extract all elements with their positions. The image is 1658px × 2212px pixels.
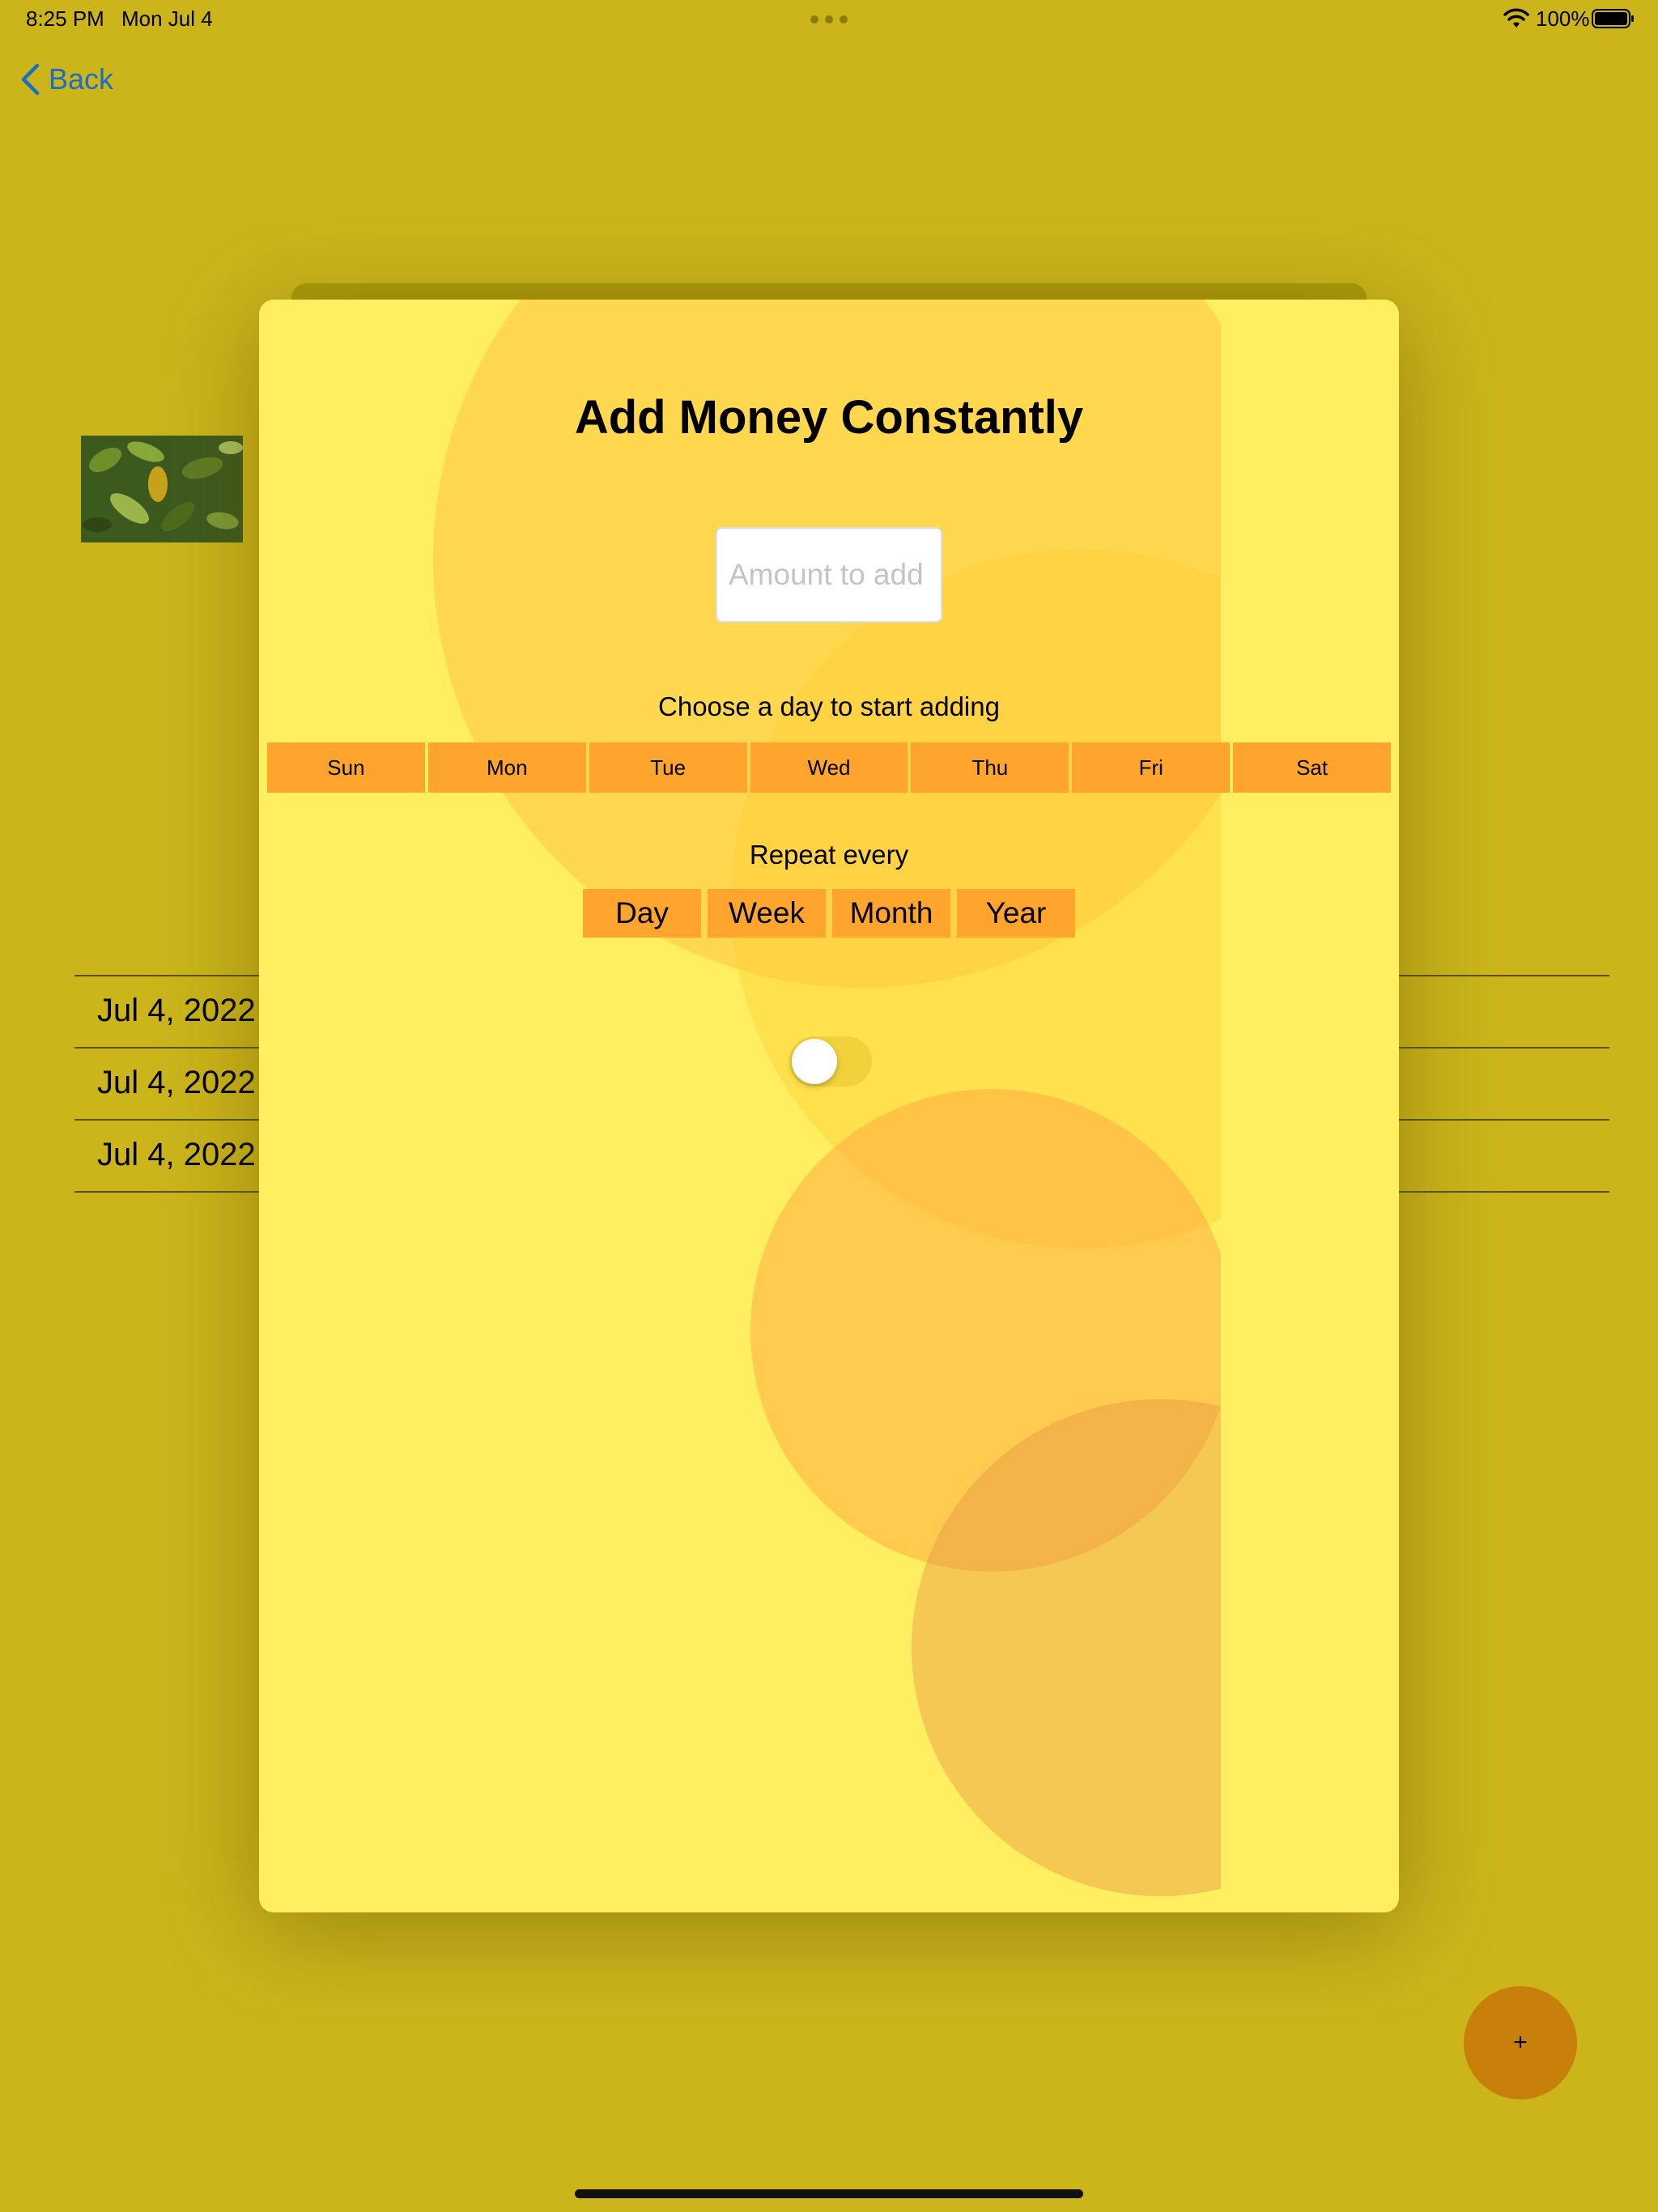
chevron-left-icon [21, 63, 40, 96]
battery-percent: 100% [1536, 6, 1590, 31]
day-selector: Sun Mon Tue Wed Thu Fri Sat [267, 742, 1392, 793]
day-button-sat[interactable]: Sat [1233, 742, 1392, 793]
day-button-wed[interactable]: Wed [750, 742, 908, 793]
back-label: Back [49, 62, 114, 96]
period-button-week[interactable]: Week [708, 889, 826, 938]
repeat-label: Repeat every [749, 840, 909, 870]
status-time: 8:25 PM [26, 6, 104, 31]
battery-icon [1592, 9, 1634, 28]
period-button-month[interactable]: Month [832, 889, 950, 938]
enable-toggle[interactable] [789, 1036, 872, 1087]
day-button-mon[interactable]: Mon [427, 742, 586, 793]
back-button[interactable]: Back [19, 58, 113, 100]
home-indicator [575, 2189, 1083, 2198]
period-selector: Day Week Month Year [583, 889, 1075, 938]
goal-photo [81, 436, 243, 542]
status-bar: 8:25 PM Mon Jul 4 100% [0, 0, 1658, 39]
day-button-thu[interactable]: Thu [911, 742, 1069, 793]
sheet-title: Add Money Constantly [574, 391, 1084, 444]
day-button-tue[interactable]: Tue [589, 742, 747, 793]
day-button-sun[interactable]: Sun [267, 742, 425, 793]
period-button-year[interactable]: Year [957, 889, 1075, 938]
wifi-icon [1503, 8, 1529, 28]
period-button-day[interactable]: Day [583, 889, 701, 938]
amount-input[interactable] [716, 527, 942, 623]
add-button[interactable]: + [1464, 1986, 1577, 2099]
toggle-knob [792, 1039, 837, 1084]
add-label: + [1513, 2029, 1528, 2056]
start-day-label: Choose a day to start adding [658, 691, 1000, 721]
multitasking-dots-icon[interactable] [810, 10, 848, 29]
day-button-fri[interactable]: Fri [1072, 742, 1231, 793]
status-date: Mon Jul 4 [121, 6, 213, 31]
add-money-sheet: Add Money Constantly Choose a day to sta… [259, 300, 1399, 1912]
